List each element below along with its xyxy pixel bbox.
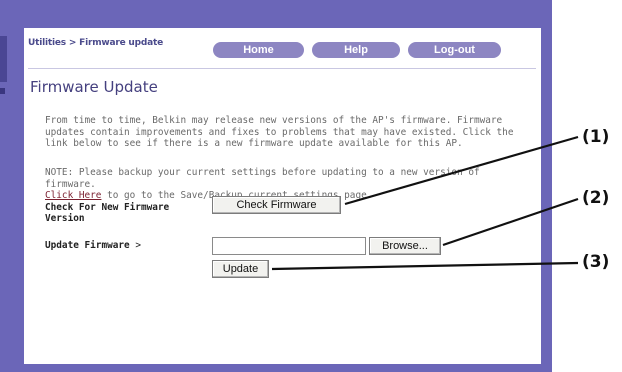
help-button[interactable]: Help: [312, 42, 400, 58]
update-button[interactable]: Update: [212, 260, 269, 278]
callout-label-3: (3): [582, 252, 610, 272]
bottom-frame-bar: [0, 364, 552, 372]
left-frame-tick: [0, 88, 5, 94]
save-backup-link[interactable]: Click Here: [45, 190, 101, 201]
browse-button[interactable]: Browse...: [369, 237, 441, 255]
screenshot: Utilities > Firmware update Home Help Lo…: [0, 0, 622, 372]
page-title: Firmware Update: [30, 78, 158, 96]
title-divider: [28, 68, 536, 69]
check-firmware-button[interactable]: Check Firmware: [212, 196, 341, 214]
backup-note-text: NOTE: Please backup your current setting…: [45, 167, 480, 190]
callout-label-1: (1): [582, 127, 610, 147]
firmware-file-input[interactable]: [212, 237, 366, 255]
update-firmware-label-text: Update Firmware: [45, 240, 130, 251]
right-frame-bar: [541, 0, 552, 372]
home-button[interactable]: Home: [213, 42, 304, 58]
breadcrumb: Utilities > Firmware update: [28, 38, 164, 48]
left-frame-notch: [0, 36, 7, 82]
callout-label-2: (2): [582, 188, 610, 208]
top-frame-bar: [0, 0, 541, 28]
check-firmware-label: Check For New Firmware Version: [45, 202, 170, 224]
update-firmware-label: Update Firmware >: [45, 240, 141, 251]
logout-button[interactable]: Log-out: [408, 42, 501, 58]
intro-paragraph: From time to time, Belkin may release ne…: [45, 115, 514, 149]
update-firmware-arrow: >: [135, 240, 141, 251]
